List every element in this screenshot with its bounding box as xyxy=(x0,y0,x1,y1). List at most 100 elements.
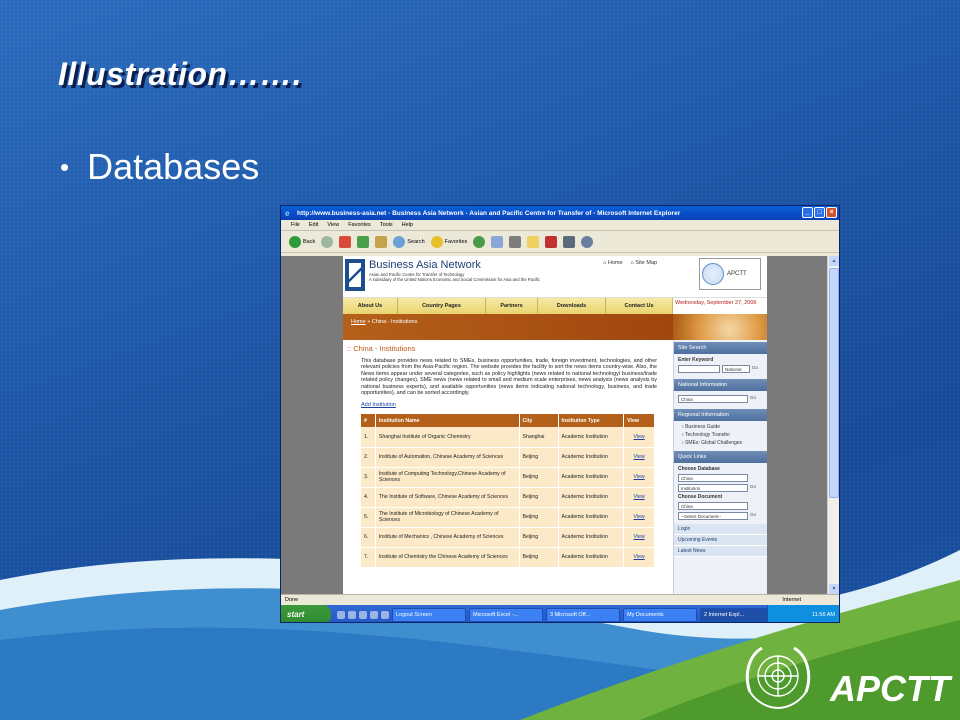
minimize-icon[interactable]: _ xyxy=(802,207,813,218)
task-excel[interactable]: Microsoft Excel -... xyxy=(469,607,543,622)
right-sidebar: Site Search Enter Keyword National Go Na… xyxy=(673,340,767,594)
forward-arrow-icon[interactable] xyxy=(321,235,334,248)
search-label: Search xyxy=(407,238,425,245)
window-titlebar[interactable]: e http://www.business-asia.net - Busines… xyxy=(281,206,839,220)
history-icon[interactable] xyxy=(473,235,486,248)
db-country-select[interactable]: China xyxy=(678,474,748,482)
doc-country-select[interactable]: China xyxy=(678,502,748,510)
nav-downloads[interactable]: Downloads xyxy=(538,298,606,314)
go-icon[interactable]: Go xyxy=(750,512,758,520)
go-icon[interactable]: Go xyxy=(750,484,758,492)
home-link[interactable]: ⌂ Home xyxy=(603,260,623,266)
regional-item-smes[interactable]: › SMEs: Global Challenges xyxy=(678,439,763,447)
cell-institution-type: Academic Institution xyxy=(558,507,625,528)
print-icon[interactable] xyxy=(509,235,522,248)
stop-icon[interactable] xyxy=(339,235,352,248)
favorites-button[interactable]: Favorites xyxy=(430,235,467,248)
th-institution-type[interactable]: Institution Type xyxy=(558,414,625,428)
regional-item-business-guide[interactable]: › Business Guide xyxy=(678,423,763,431)
cell-institution-name: The Institute of Software, Chinese Acade… xyxy=(375,487,520,508)
sitemap-link[interactable]: ⌂ Site Map xyxy=(631,260,658,266)
scroll-up-icon[interactable]: ▲ xyxy=(829,256,839,266)
cell-view[interactable]: View xyxy=(623,487,655,508)
task-my-documents[interactable]: My Documents xyxy=(623,607,697,622)
cell-view[interactable]: View xyxy=(623,507,655,528)
quick-launch-icon[interactable] xyxy=(337,610,345,619)
regional-item-technology-transfer[interactable]: › Technology Transfer xyxy=(678,431,763,439)
cell-institution-name: Institute of Computing Technology,Chines… xyxy=(375,467,520,488)
quick-launch-icon[interactable] xyxy=(348,610,356,619)
doc-country-row: China xyxy=(678,502,763,510)
cell-view[interactable]: View xyxy=(623,447,655,468)
nav-about-us[interactable]: About Us xyxy=(343,298,398,314)
country-select[interactable]: China xyxy=(678,395,748,403)
task-office[interactable]: 3 Microsoft Off... xyxy=(546,607,620,622)
th-institution-name[interactable]: Institution Name xyxy=(375,414,520,428)
research-icon[interactable] xyxy=(563,235,576,248)
quick-launch-icon[interactable] xyxy=(359,610,367,619)
breadcrumb-home-link[interactable]: Home xyxy=(351,319,366,325)
cell-city: Beijing xyxy=(519,487,559,508)
go-icon[interactable]: Go xyxy=(752,365,760,373)
cell-institution-name: Institute of Chemistry the Chinese Acade… xyxy=(375,547,520,568)
cell-view[interactable]: View xyxy=(623,547,655,568)
menu-edit[interactable]: Edit xyxy=(309,222,318,228)
search-button[interactable]: Search xyxy=(393,235,425,248)
scroll-thumb[interactable] xyxy=(829,268,839,498)
quick-launch-icon[interactable] xyxy=(370,610,378,619)
db-type-select[interactable]: Institution xyxy=(678,484,748,492)
start-button[interactable]: start xyxy=(281,605,331,622)
choose-database-label: Choose Database xyxy=(678,466,720,472)
status-zone: Internet xyxy=(782,597,801,603)
bullet-text: Databases xyxy=(87,146,260,187)
upcoming-events-link[interactable]: Upcoming Events xyxy=(674,535,767,546)
vertical-scrollbar[interactable]: ▲ ▼ xyxy=(827,256,839,594)
messenger-icon[interactable] xyxy=(581,235,594,248)
menu-help[interactable]: Help xyxy=(402,222,413,228)
mail-icon[interactable] xyxy=(491,235,504,248)
close-icon[interactable]: × xyxy=(826,207,837,218)
cell-view[interactable]: View xyxy=(623,527,655,548)
cell-institution-name: Institute of Mechanics , Chinese Academy… xyxy=(375,527,520,548)
site-apctt-logo[interactable]: APCTT xyxy=(699,258,761,290)
cell-view[interactable]: View xyxy=(623,467,655,488)
national-select[interactable]: National xyxy=(722,365,750,373)
login-link[interactable]: Login xyxy=(674,524,767,535)
home-icon[interactable] xyxy=(375,235,388,248)
maximize-icon[interactable]: □ xyxy=(814,207,825,218)
yahoo-icon[interactable] xyxy=(545,235,558,248)
latest-news-link[interactable]: Latest News xyxy=(674,546,767,557)
doc-select[interactable]: --Select Document-- xyxy=(678,512,748,520)
keyword-input[interactable] xyxy=(678,365,720,373)
un-emblem-logo xyxy=(745,646,811,710)
choose-document-label: Choose Document xyxy=(678,494,723,500)
home-link-label: Home xyxy=(607,260,623,266)
task-logout-screen[interactable]: Logout Screen xyxy=(392,607,466,622)
quick-launch-icon[interactable] xyxy=(381,610,389,619)
go-icon[interactable]: Go xyxy=(750,395,758,403)
banner-image xyxy=(673,314,767,340)
scroll-down-icon[interactable]: ▼ xyxy=(829,584,839,594)
menu-view[interactable]: View xyxy=(327,222,339,228)
th-city[interactable]: City xyxy=(519,414,559,428)
bullet-item: • Databases xyxy=(60,146,259,188)
cell-institution-name: The Institute of Microbiology of Chinese… xyxy=(375,507,520,528)
edit-icon[interactable] xyxy=(527,235,540,248)
national-info-title: National Information xyxy=(674,379,767,391)
menu-tools[interactable]: Tools xyxy=(380,222,393,228)
nav-partners[interactable]: Partners xyxy=(486,298,538,314)
nav-contact-us[interactable]: Contact Us xyxy=(606,298,673,314)
site-logo xyxy=(345,259,365,291)
browser-viewport: Business Asia Network Asian and Pacific … xyxy=(281,256,829,594)
menu-file[interactable]: File xyxy=(291,222,300,228)
cell-view[interactable]: View xyxy=(623,427,655,448)
refresh-icon[interactable] xyxy=(357,235,370,248)
site-search-title: Site Search xyxy=(674,342,767,354)
cell-institution-type: Academic Institution xyxy=(558,467,625,488)
back-button[interactable]: Back xyxy=(289,235,315,248)
task-internet-explorer[interactable]: 2 Internet Expl... xyxy=(700,607,774,622)
th-number[interactable]: # xyxy=(361,414,376,428)
add-institution-link[interactable]: Add Institution xyxy=(361,402,667,408)
nav-country-pages[interactable]: Country Pages xyxy=(398,298,486,314)
menu-favorites[interactable]: Favorites xyxy=(348,222,371,228)
